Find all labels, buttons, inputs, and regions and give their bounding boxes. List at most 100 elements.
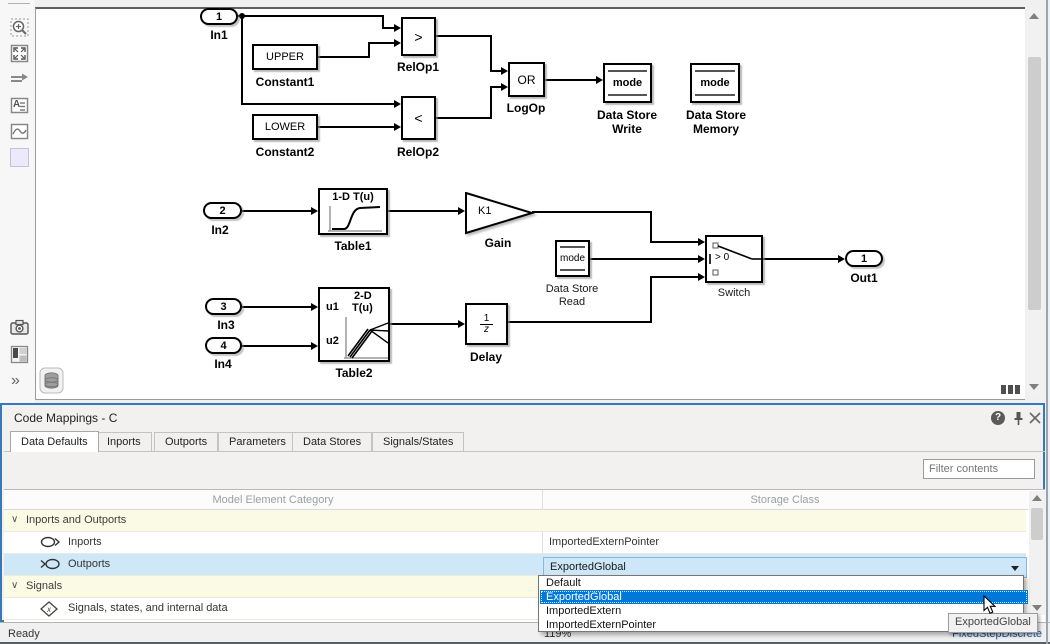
arrowhead [311,207,318,215]
wire-in1-branch-v [241,15,243,104]
inport-block-in1[interactable]: 1 [200,8,238,25]
constant2-value: LOWER [265,121,305,133]
row-label: Inports and Outports [26,514,126,526]
wire-delay-out [508,321,652,323]
ds-line [695,94,735,96]
ds-line [560,269,585,271]
pin-icon[interactable] [1012,411,1025,426]
delay-numerator: 1 [480,314,493,324]
canvas-grip[interactable] [1008,385,1013,394]
port-number: 1 [861,253,867,265]
wire-upper-corner [368,42,370,58]
wire-delay-switch [650,276,698,278]
block-label-table1: Table1 [334,239,371,253]
signal-icon: x [40,601,58,617]
column-header-storage-class[interactable]: Storage Class [542,490,1028,510]
block-label-in2: In2 [211,223,228,237]
fit-to-view-icon[interactable] [10,44,29,63]
svg-text:x: x [46,605,52,614]
expand-palette-icon[interactable]: » [11,372,20,390]
arrowhead [501,83,508,91]
ds-line [560,246,585,248]
canvas-vertical-scrollbar[interactable] [1026,8,1043,397]
storage-class-value[interactable]: ImportedExternPointer [549,536,659,548]
close-icon[interactable] [1029,412,1041,424]
constant2-block[interactable]: LOWER [252,114,318,140]
canvas-grip[interactable] [1015,385,1020,394]
scroll-down-icon[interactable] [1029,384,1039,390]
constant1-block[interactable]: UPPER [252,44,318,70]
wire-in2-table1 [242,210,311,212]
block-label-constant2: Constant2 [256,145,315,159]
tab-data-stores[interactable]: Data Stores [292,432,372,451]
viewport-box-icon[interactable] [10,148,29,167]
annotation-letter: A [13,99,20,110]
scroll-up-icon[interactable] [1032,495,1042,501]
panel-layout-icon[interactable] [10,345,29,364]
scrollbar-thumb[interactable] [1031,508,1043,540]
tab-outports[interactable]: Outports [154,432,218,451]
scroll-up-icon[interactable] [1029,13,1039,19]
table1-block[interactable]: 1-D T(u) [318,188,388,235]
block-label-dsr-2: Read [559,296,585,308]
chevron-down-icon[interactable]: ∨ [11,514,18,525]
wire-gain-switch [650,241,698,243]
row-label: Signals [26,580,62,592]
data-store-read-block[interactable]: mode [555,240,590,277]
block-label-in4: In4 [214,357,231,371]
arrowhead [394,24,401,32]
signal-routing-icon[interactable] [10,70,29,89]
tab-data-defaults[interactable]: Data Defaults [10,431,99,452]
tab-parameters[interactable]: Parameters [218,432,297,451]
help-icon[interactable]: ? [991,411,1005,425]
filter-input[interactable] [923,459,1035,479]
wire-gain-out [532,211,652,213]
block-label-out1: Out1 [850,271,877,285]
block-label-dsm-1: Data Store [686,108,746,122]
inport-block-in3[interactable]: 3 [205,298,242,315]
chevron-down-icon[interactable]: ∨ [11,580,18,591]
data-store-memory-block[interactable]: mode [690,63,740,103]
gain-block[interactable] [465,192,535,236]
outport-block-out1[interactable]: 1 [845,250,883,267]
delay-block[interactable]: 1 z [465,303,508,345]
image-curve-icon[interactable] [10,122,29,141]
dsm-text: mode [700,77,729,89]
wire-relop2-out [436,117,492,119]
table2-title2: T(u) [352,302,373,314]
logop-block[interactable]: OR [508,62,545,97]
table2-block[interactable]: u1 u2 2-D T(u) [318,287,390,362]
block-label-in3: In3 [217,318,234,332]
relop1-block[interactable]: > [401,17,436,56]
dropdown-option-default[interactable]: Default [540,576,1028,590]
dropdown-option-exportedglobal[interactable]: ExportedGlobal [540,590,1028,604]
block-label-delay: Delay [470,350,502,364]
camera-icon[interactable] [10,318,29,337]
arrowhead [394,100,401,108]
tab-inports[interactable]: Inports [96,432,152,451]
table-vertical-scrollbar[interactable] [1029,491,1045,615]
scrollbar-thumb[interactable] [1028,57,1041,310]
table-row-inports[interactable]: Inports ImportedExternPointer [4,532,1026,554]
data-store-write-block[interactable]: mode [603,63,652,103]
table-row-inports-and-outports[interactable]: ∨ Inports and Outports [4,510,1026,532]
column-header-category[interactable]: Model Element Category [4,490,542,510]
mouse-cursor [983,595,997,615]
row-label: Outports [68,558,110,570]
data-store-badge-icon[interactable] [39,367,64,394]
relop2-block[interactable]: < [401,96,436,140]
arrowhead [596,76,603,84]
canvas-grip[interactable] [1001,385,1006,394]
scroll-down-icon[interactable] [1032,605,1042,611]
inport-block-in2[interactable]: 2 [203,202,242,219]
zoom-region-icon[interactable] [10,18,29,37]
port-number: 2 [219,205,225,217]
combobox-arrow-icon[interactable] [1011,566,1019,571]
inport-block-in4[interactable]: 4 [205,337,242,354]
tab-signals-states[interactable]: Signals/States [372,432,464,451]
wire-upper-relop1 [368,42,395,44]
arrowhead [458,207,465,215]
ds-line [695,70,735,72]
switch-block[interactable]: > 0 [705,235,763,283]
block-label-dsw-1: Data Store [597,108,657,122]
